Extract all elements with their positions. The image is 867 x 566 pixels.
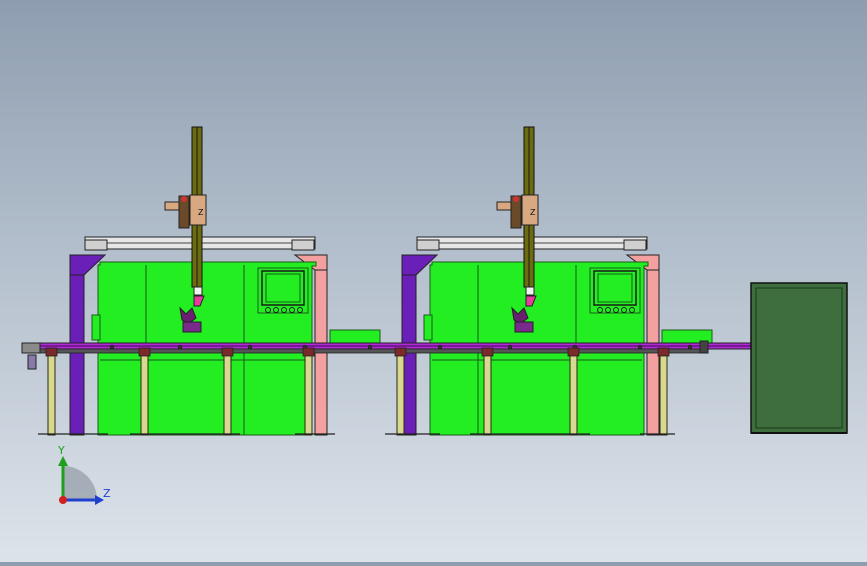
y-axis-label: Y [57,444,65,457]
assembly-drawing: Z Z Y Z [21,126,848,505]
conveyor-legs [47,352,668,436]
svg-text:Z: Z [198,208,204,217]
output-bin [750,282,848,434]
coordinate-triad: Y Z [57,444,111,505]
origin-marker [59,496,67,504]
svg-text:Z: Z [530,208,536,217]
z-axis-label: Z [103,487,111,500]
cad-viewport[interactable]: Z Z Y Z [0,0,867,562]
